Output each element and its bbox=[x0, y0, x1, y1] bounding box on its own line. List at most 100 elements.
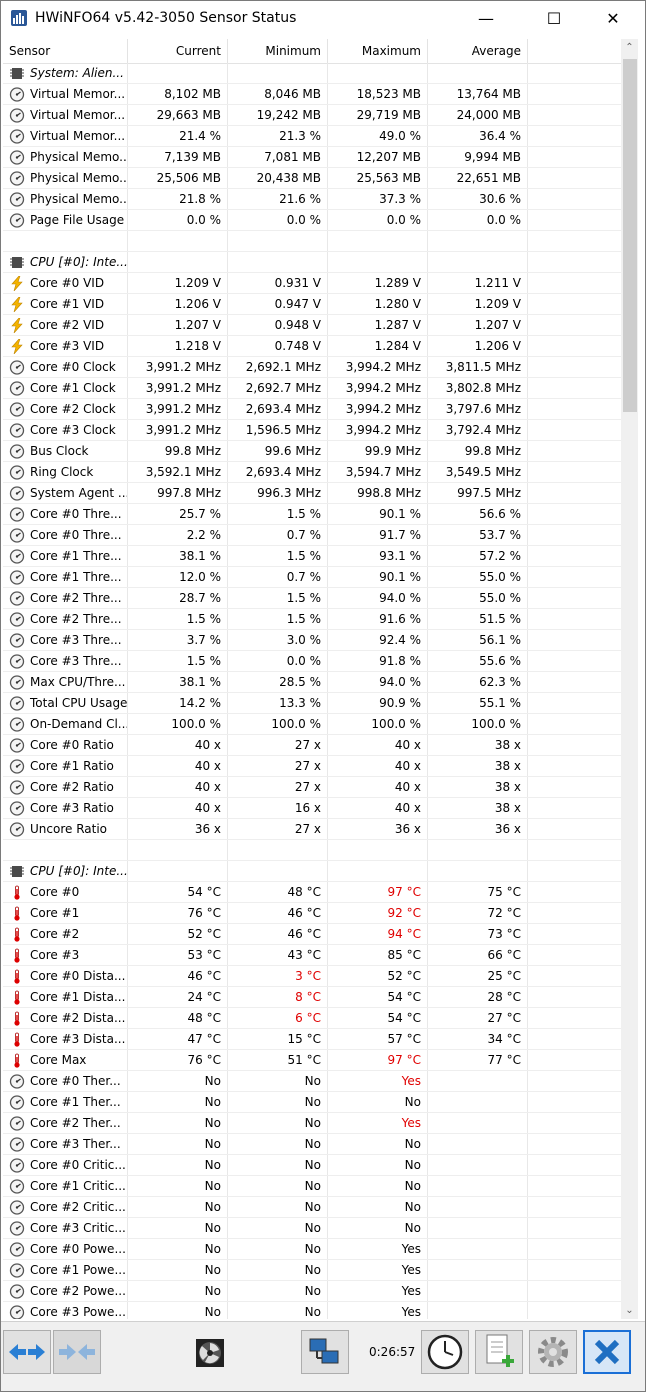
sensor-name-label: Core #2 bbox=[30, 927, 80, 941]
sensor-row[interactable]: Core #0 Critic... No No No bbox=[3, 1155, 621, 1176]
sensor-row[interactable]: Core #1 76 °C 46 °C 92 °C 72 °C bbox=[3, 903, 621, 924]
sensor-name-label: Core #1 Ther... bbox=[30, 1095, 121, 1109]
sensor-row[interactable]: Core #2 Powe... No No Yes bbox=[3, 1281, 621, 1302]
sensor-row[interactable]: Core #1 Powe... No No Yes bbox=[3, 1260, 621, 1281]
sensor-name-label: Core Max bbox=[30, 1053, 87, 1067]
title-bar[interactable]: HWiNFO64 v5.42-3050 Sensor Status — ☐ ✕ bbox=[1, 1, 645, 37]
column-header-maximum[interactable]: Maximum bbox=[328, 39, 428, 63]
sensor-row[interactable]: Max CPU/Thre... 38.1 % 28.5 % 94.0 % 62.3 % bbox=[3, 672, 621, 693]
sensor-row[interactable]: System Agent ... 997.8 MHz 996.3 MHz 998.8 … bbox=[3, 483, 621, 504]
current-value: 3,592.1 MHz bbox=[128, 462, 228, 482]
sensor-row[interactable]: Core #3 Critic... No No No bbox=[3, 1218, 621, 1239]
sensor-row[interactable]: Core #3 Ratio 40 x 16 x 40 x 38 x bbox=[3, 798, 621, 819]
sensor-row[interactable]: Core #2 Thre... 28.7 % 1.5 % 94.0 % 55.0 % bbox=[3, 588, 621, 609]
sensor-row[interactable]: Virtual Memor... 21.4 % 21.3 % 49.0 % 36.4 % bbox=[3, 126, 621, 147]
empty-cell bbox=[528, 147, 621, 167]
sensor-row[interactable]: Physical Memo... 25,506 MB 20,438 MB 25,563… bbox=[3, 168, 621, 189]
minimum-value: 2,693.4 MHz bbox=[228, 399, 328, 419]
sensor-row[interactable]: Physical Memo... 7,139 MB 7,081 MB 12,207 M… bbox=[3, 147, 621, 168]
sensor-row[interactable]: Core #2 Dista... 48 °C 6 °C 54 °C 27 °C bbox=[3, 1008, 621, 1029]
sensor-row[interactable]: Core #3 Powe... No No Yes bbox=[3, 1302, 621, 1319]
column-header-minimum[interactable]: Minimum bbox=[228, 39, 328, 63]
network-button[interactable] bbox=[301, 1330, 349, 1374]
sensor-row[interactable]: Core #0 Powe... No No Yes bbox=[3, 1239, 621, 1260]
current-value bbox=[128, 63, 228, 83]
sensor-row[interactable]: Core #2 Thre... 1.5 % 1.5 % 91.6 % 51.5 % bbox=[3, 609, 621, 630]
sensor-row[interactable]: Core #3 Thre... 3.7 % 3.0 % 92.4 % 56.1 % bbox=[3, 630, 621, 651]
sensor-row[interactable]: Core #1 Ther... No No No bbox=[3, 1092, 621, 1113]
empty-cell bbox=[528, 630, 621, 650]
sensor-row[interactable]: Core #3 VID 1.218 V 0.748 V 1.284 V 1.206 V bbox=[3, 336, 621, 357]
sensor-row[interactable]: Virtual Memor... 29,663 MB 19,242 MB 29,719… bbox=[3, 105, 621, 126]
sensor-row[interactable]: Core #1 Clock 3,991.2 MHz 2,692.7 MHz 3,994… bbox=[3, 378, 621, 399]
nav-arrows-button[interactable] bbox=[3, 1330, 51, 1374]
sensor-row[interactable]: Core #3 Ther... No No No bbox=[3, 1134, 621, 1155]
sensor-row[interactable]: Core #2 VID 1.207 V 0.948 V 1.287 V 1.207 V bbox=[3, 315, 621, 336]
fan-button[interactable] bbox=[192, 1335, 228, 1371]
sensor-row[interactable]: Core #0 VID 1.209 V 0.931 V 1.289 V 1.211 V bbox=[3, 273, 621, 294]
sensor-row[interactable]: Physical Memo... 21.8 % 21.6 % 37.3 % 30.6 % bbox=[3, 189, 621, 210]
maximum-value: 92.4 % bbox=[328, 630, 428, 650]
sensor-row[interactable]: Core #3 Clock 3,991.2 MHz 1,596.5 MHz 3,994… bbox=[3, 420, 621, 441]
average-value: 1.211 V bbox=[428, 273, 528, 293]
sensor-row[interactable]: Core #2 Critic... No No No bbox=[3, 1197, 621, 1218]
sensor-row[interactable]: Ring Clock 3,592.1 MHz 2,693.4 MHz 3,594.7 … bbox=[3, 462, 621, 483]
sensor-row[interactable]: Core #0 Thre... 25.7 % 1.5 % 90.1 % 56.6 % bbox=[3, 504, 621, 525]
add-report-button[interactable] bbox=[475, 1330, 523, 1374]
current-value: 53 °C bbox=[128, 945, 228, 965]
sensor-row[interactable]: Core #1 Critic... No No No bbox=[3, 1176, 621, 1197]
sensor-row[interactable]: Core #0 Thre... 2.2 % 0.7 % 91.7 % 53.7 % bbox=[3, 525, 621, 546]
sensor-row[interactable]: Core #0 Dista... 46 °C 3 °C 52 °C 25 °C bbox=[3, 966, 621, 987]
collapse-arrows-button[interactable] bbox=[53, 1330, 101, 1374]
sensor-row[interactable]: Core #1 VID 1.206 V 0.947 V 1.280 V 1.209 V bbox=[3, 294, 621, 315]
maximum-value: 3,994.2 MHz bbox=[328, 420, 428, 440]
sensor-row[interactable]: Total CPU Usage 14.2 % 13.3 % 90.9 % 55.1 % bbox=[3, 693, 621, 714]
scrollbar-thumb[interactable] bbox=[623, 59, 637, 412]
sensor-row[interactable]: Core #0 Ratio 40 x 27 x 40 x 38 x bbox=[3, 735, 621, 756]
maximize-button[interactable]: ☐ bbox=[531, 1, 577, 35]
sensor-group-row[interactable]: CPU [#0]: Inte... bbox=[3, 252, 621, 273]
sensor-row[interactable]: Core #1 Ratio 40 x 27 x 40 x 38 x bbox=[3, 756, 621, 777]
minimize-button[interactable]: — bbox=[463, 1, 509, 35]
sensor-group-row[interactable]: CPU [#0]: Inte... bbox=[3, 861, 621, 882]
maximum-value: 1.287 V bbox=[328, 315, 428, 335]
sensor-name: Core #0 Ratio bbox=[3, 735, 128, 755]
sensor-row[interactable]: On-Demand Cl... 100.0 % 100.0 % 100.0 % 100.… bbox=[3, 714, 621, 735]
sensor-row[interactable]: Bus Clock 99.8 MHz 99.6 MHz 99.9 MHz 99.8 MH… bbox=[3, 441, 621, 462]
sensor-name: Core #3 Thre... bbox=[3, 630, 128, 650]
sensor-row[interactable]: Core #1 Thre... 38.1 % 1.5 % 93.1 % 57.2 % bbox=[3, 546, 621, 567]
close-window-button[interactable]: ✕ bbox=[590, 1, 636, 35]
sensor-row[interactable]: Core #2 Ratio 40 x 27 x 40 x 38 x bbox=[3, 777, 621, 798]
sensor-name-label: Core #1 bbox=[30, 906, 80, 920]
sensor-row[interactable]: Core #1 Dista... 24 °C 8 °C 54 °C 28 °C bbox=[3, 987, 621, 1008]
scroll-up-icon[interactable]: ⌃ bbox=[621, 39, 638, 56]
column-header-sensor[interactable]: Sensor bbox=[3, 39, 128, 63]
sensor-row[interactable]: Core #3 53 °C 43 °C 85 °C 66 °C bbox=[3, 945, 621, 966]
sensor-row[interactable]: Core #3 Dista... 47 °C 15 °C 57 °C 34 °C bbox=[3, 1029, 621, 1050]
sensor-row[interactable]: Core #2 52 °C 46 °C 94 °C 73 °C bbox=[3, 924, 621, 945]
sensor-row[interactable]: Core #1 Thre... 12.0 % 0.7 % 90.1 % 55.0 % bbox=[3, 567, 621, 588]
sensor-row[interactable]: Core #3 Thre... 1.5 % 0.0 % 91.8 % 55.6 % bbox=[3, 651, 621, 672]
sensor-row[interactable]: Core #2 Ther... No No Yes bbox=[3, 1113, 621, 1134]
sensor-row[interactable]: Virtual Memor... 8,102 MB 8,046 MB 18,523 M… bbox=[3, 84, 621, 105]
scroll-down-icon[interactable]: ⌄ bbox=[621, 1302, 638, 1319]
sensor-row[interactable]: Page File Usage 0.0 % 0.0 % 0.0 % 0.0 % bbox=[3, 210, 621, 231]
sensor-name-label: Core #0 Clock bbox=[30, 360, 116, 374]
sensor-row[interactable]: Core #0 Clock 3,991.2 MHz 2,692.1 MHz 3,994… bbox=[3, 357, 621, 378]
sensor-group-row[interactable]: System: Alien... bbox=[3, 63, 621, 84]
current-value: 8,102 MB bbox=[128, 84, 228, 104]
close-sensors-button[interactable] bbox=[583, 1330, 631, 1374]
vertical-scrollbar[interactable]: ⌃ ⌄ bbox=[621, 39, 638, 1319]
sensor-name-label: Core #2 Ratio bbox=[30, 780, 114, 794]
sensor-row[interactable]: Core #0 Ther... No No Yes bbox=[3, 1071, 621, 1092]
column-header-average[interactable]: Average bbox=[428, 39, 528, 63]
sensor-row[interactable]: Core #0 54 °C 48 °C 97 °C 75 °C bbox=[3, 882, 621, 903]
maximum-value: No bbox=[328, 1155, 428, 1175]
settings-button[interactable] bbox=[529, 1330, 577, 1374]
minimum-value: No bbox=[228, 1113, 328, 1133]
sensor-row[interactable]: Core #2 Clock 3,991.2 MHz 2,693.4 MHz 3,994… bbox=[3, 399, 621, 420]
sensor-row[interactable]: Uncore Ratio 36 x 27 x 36 x 36 x bbox=[3, 819, 621, 840]
sensor-row[interactable]: Core Max 76 °C 51 °C 97 °C 77 °C bbox=[3, 1050, 621, 1071]
clock-button[interactable] bbox=[421, 1330, 469, 1374]
column-header-current[interactable]: Current bbox=[128, 39, 228, 63]
